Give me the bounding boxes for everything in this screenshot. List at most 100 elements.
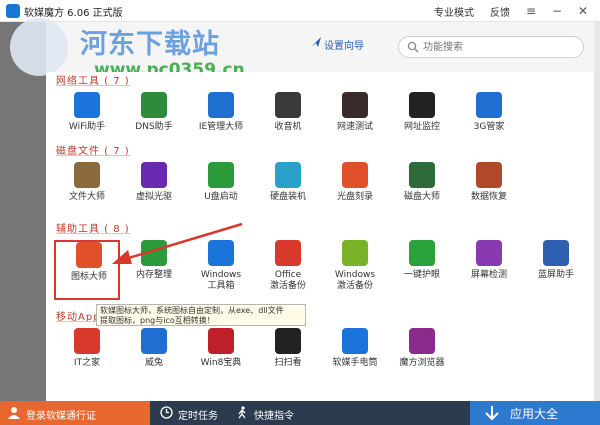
tool-label: 光盘刻录 <box>336 192 373 202</box>
tool-label: Win8宝典 <box>200 358 242 368</box>
tool-item[interactable]: U盘启动 <box>188 162 254 222</box>
tool-label: 磁盘大师 <box>403 192 440 202</box>
tool-label: 3G管家 <box>473 122 505 132</box>
tool-label: WiFi助手 <box>68 122 106 132</box>
search-input[interactable] <box>423 40 573 55</box>
feedback-link[interactable]: 反馈 <box>490 4 510 19</box>
icon-master-icon <box>76 242 102 268</box>
mofang-browser-icon <box>409 328 435 354</box>
tool-item[interactable]: 魔方浏览器 <box>389 328 455 388</box>
tool-item[interactable]: 蓝屏助手 <box>523 240 589 300</box>
tool-item[interactable]: 软媒手电筒 <box>322 328 388 388</box>
tool-label: Office 激活备份 <box>269 270 306 291</box>
tool-item[interactable]: 硬盘装机 <box>255 162 321 222</box>
tool-item[interactable]: 虚拟光驱 <box>121 162 187 222</box>
tool-item[interactable]: DNS助手 <box>121 92 187 152</box>
tool-label: 网址监控 <box>403 122 440 132</box>
app-logo-icon <box>6 4 20 18</box>
tool-item[interactable]: 收音机 <box>255 92 321 152</box>
tool-label: 收音机 <box>274 122 302 132</box>
virtual-drive-icon <box>141 162 167 188</box>
tooltip-line: 提取图标，png与ico互相转换！ <box>100 316 215 325</box>
annotation-arrow-icon <box>112 222 243 264</box>
tool-label: 魔方浏览器 <box>399 358 445 368</box>
tool-item[interactable]: 磁盘大师 <box>389 162 455 222</box>
tool-tooltip: 软媒图标大师，系统图标自由定制，从exe、dll文件 提取图标，png与ico互相… <box>96 304 306 326</box>
office-activation-icon <box>275 240 301 266</box>
url-monitor-icon <box>409 92 435 118</box>
ithome-icon <box>74 328 100 354</box>
ie-manager-icon <box>208 92 234 118</box>
login-button[interactable]: 登录软媒通行证 <box>0 401 150 425</box>
tool-item[interactable]: 威兔 <box>121 328 187 388</box>
flashlight-icon <box>342 328 368 354</box>
scheduled-task-button[interactable]: 定时任务 <box>178 407 218 422</box>
tool-item[interactable]: 一键护眼 <box>389 240 455 300</box>
tool-item[interactable]: 扫扫看 <box>255 328 321 388</box>
wifi-helper-icon <box>74 92 100 118</box>
windows-activation-icon <box>342 240 368 266</box>
section-underline <box>56 155 130 156</box>
tool-label: 软媒手电筒 <box>332 358 378 368</box>
close-button[interactable]: ✕ <box>574 2 592 20</box>
menu-button[interactable]: ≡ <box>522 2 540 20</box>
tool-item[interactable]: IT之家 <box>54 328 120 388</box>
minimize-button[interactable]: − <box>548 2 566 20</box>
win8-guide-icon <box>208 328 234 354</box>
tools-panel: 网络工具 ( 7 ) WiFi助手 DNS助手 IE管理大师 收音机 网速测试 网址监控 3G… <box>46 72 594 401</box>
section-underline <box>56 85 130 86</box>
tool-label: 数据恢复 <box>470 192 507 202</box>
all-apps-button[interactable]: 应用大全 <box>470 401 600 425</box>
setup-wizard-link[interactable]: 设置向导 <box>324 37 364 52</box>
tool-label: 蓝屏助手 <box>537 270 574 280</box>
3g-manager-icon <box>476 92 502 118</box>
usb-boot-icon <box>208 162 234 188</box>
tool-item[interactable]: 网速测试 <box>322 92 388 152</box>
user-icon <box>8 407 20 419</box>
tool-item[interactable]: Office 激活备份 <box>255 240 321 300</box>
tool-item[interactable]: Windows 激活备份 <box>322 240 388 300</box>
watermark-site-name: 河东下载站 <box>80 29 220 60</box>
dns-helper-icon <box>141 92 167 118</box>
tool-item[interactable]: IE管理大师 <box>188 92 254 152</box>
radio-icon <box>275 92 301 118</box>
screen-test-icon <box>476 240 502 266</box>
app-window: 软媒魔方 6.06 正式版 专业模式 反馈 ≡ − ✕ 设置向导 河东下载站 w… <box>0 0 600 425</box>
tooltip-line: 软媒图标大师，系统图标自由定制，从exe、dll文件 <box>100 306 284 315</box>
all-apps-label: 应用大全 <box>510 407 559 421</box>
login-label: 登录软媒通行证 <box>26 411 96 422</box>
tool-label: IT之家 <box>73 358 101 368</box>
left-sidebar-strip <box>0 22 46 401</box>
disc-burn-icon <box>342 162 368 188</box>
tool-item[interactable]: 文件大师 <box>54 162 120 222</box>
tool-label: 虚拟光驱 <box>135 192 172 202</box>
tool-item[interactable]: 屏幕检测 <box>456 240 522 300</box>
bottom-bar: 登录软媒通行证 定时任务 快捷指令 应用大全 <box>0 401 600 425</box>
eye-care-icon <box>409 240 435 266</box>
app-title: 软媒魔方 6.06 正式版 <box>24 8 123 19</box>
tool-label: DNS助手 <box>135 122 173 132</box>
tool-item[interactable]: 3G管家 <box>456 92 522 152</box>
data-recovery-icon <box>476 162 502 188</box>
bluescreen-helper-icon <box>543 240 569 266</box>
search-box[interactable] <box>398 36 584 58</box>
tool-item[interactable]: 网址监控 <box>389 92 455 152</box>
watermark-logo <box>10 18 68 76</box>
tool-label: 屏幕检测 <box>470 270 507 280</box>
pro-mode-link[interactable]: 专业模式 <box>434 4 474 19</box>
wizard-arrow-icon <box>311 37 321 47</box>
shortcut-command-button[interactable]: 快捷指令 <box>254 407 294 422</box>
tool-label: U盘启动 <box>204 192 238 202</box>
file-master-icon <box>74 162 100 188</box>
tool-label: IE管理大师 <box>198 122 244 132</box>
tool-label: 一键护眼 <box>403 270 440 280</box>
title-bar: 软媒魔方 6.06 正式版 专业模式 反馈 ≡ − ✕ <box>0 0 600 22</box>
tool-item[interactable]: Win8宝典 <box>188 328 254 388</box>
tool-item[interactable]: 数据恢复 <box>456 162 522 222</box>
clock-icon <box>160 406 173 419</box>
search-icon <box>407 41 419 53</box>
tool-label: 网速测试 <box>336 122 373 132</box>
tool-label: 扫扫看 <box>274 358 302 368</box>
tool-item[interactable]: 光盘刻录 <box>322 162 388 222</box>
disk-install-icon <box>275 162 301 188</box>
